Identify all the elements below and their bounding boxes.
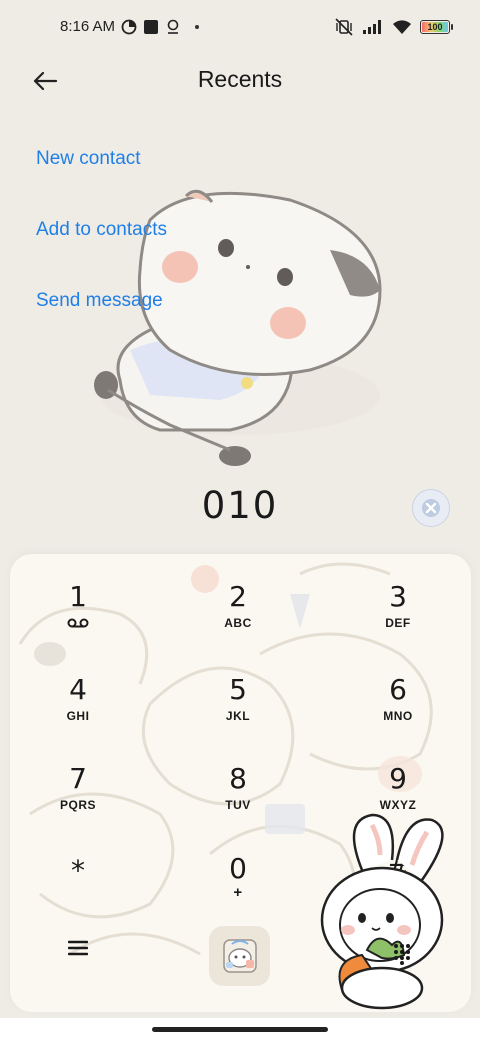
key-1[interactable]: 1 bbox=[18, 572, 138, 650]
key-4[interactable]: 4 GHI bbox=[18, 665, 138, 743]
key-letters: GHI bbox=[66, 709, 90, 723]
key-digit: 8 bbox=[229, 762, 247, 795]
backspace-icon bbox=[422, 499, 440, 517]
key-digit: 9 bbox=[389, 762, 407, 795]
key-letters: TUV bbox=[225, 798, 251, 812]
key-digit: 7 bbox=[69, 762, 87, 795]
key-letters: MNO bbox=[383, 709, 413, 723]
key-6[interactable]: 6 MNO bbox=[338, 665, 458, 743]
mute-vibrate-icon bbox=[335, 18, 353, 36]
square-notification-icon bbox=[144, 20, 158, 34]
key-letters: PQRS bbox=[59, 798, 96, 812]
key-letters: JKL bbox=[225, 709, 251, 723]
menu-button[interactable] bbox=[58, 928, 98, 968]
status-right-icons: 100 bbox=[334, 17, 453, 37]
status-bar: 8:16 AM 100 bbox=[0, 0, 480, 56]
wifi-icon bbox=[393, 20, 411, 34]
status-left-icons bbox=[121, 18, 199, 36]
new-contact-link[interactable]: New contact bbox=[36, 148, 141, 170]
key-digit: 4 bbox=[69, 673, 87, 706]
dialed-number: 010 bbox=[201, 484, 279, 527]
key-8[interactable]: 8 TUV bbox=[178, 754, 298, 832]
battery-level: 100 bbox=[427, 22, 443, 32]
key-star[interactable]: * bbox=[18, 846, 138, 924]
key-9[interactable]: 9 WXYZ bbox=[338, 754, 458, 832]
page-title: Recents bbox=[197, 66, 283, 92]
backspace-button[interactable] bbox=[412, 489, 450, 527]
key-0[interactable]: 0 + bbox=[178, 844, 298, 922]
key-7[interactable]: 7 PQRS bbox=[18, 754, 138, 832]
key-letters: ABC bbox=[224, 616, 252, 630]
key-digit: 2 bbox=[229, 580, 247, 613]
hamburger-menu-icon bbox=[68, 940, 88, 956]
key-digit: 1 bbox=[69, 580, 87, 613]
key-digit: 3 bbox=[389, 580, 407, 613]
key-digit: 6 bbox=[389, 673, 407, 706]
key-letters: DEF bbox=[385, 616, 411, 630]
key-hash[interactable]: # bbox=[338, 844, 458, 922]
send-message-link[interactable]: Send message bbox=[36, 290, 163, 312]
home-indicator[interactable] bbox=[152, 1027, 328, 1032]
key-2[interactable]: 2 ABC bbox=[178, 572, 298, 650]
call-sticker-icon bbox=[222, 939, 257, 973]
key-digit: 5 bbox=[229, 673, 247, 706]
key-digit: * bbox=[71, 854, 85, 887]
add-to-contacts-link[interactable]: Add to contacts bbox=[36, 219, 167, 241]
location-icon bbox=[167, 19, 179, 34]
voicemail-icon bbox=[67, 618, 89, 628]
key-3[interactable]: 3 DEF bbox=[338, 572, 458, 650]
dialpad-toggle-button[interactable] bbox=[386, 938, 418, 970]
dot-icon bbox=[195, 25, 199, 29]
signal-icon bbox=[363, 20, 381, 34]
key-5[interactable]: 5 JKL bbox=[178, 665, 298, 743]
key-digit: # bbox=[386, 852, 410, 885]
status-time: 8:16 AM bbox=[60, 18, 116, 35]
call-button[interactable] bbox=[209, 926, 270, 986]
data-saver-icon bbox=[121, 19, 137, 35]
key-letters: WXYZ bbox=[379, 798, 417, 812]
battery-icon: 100 bbox=[420, 20, 453, 34]
key-letters: + bbox=[233, 884, 243, 901]
dialpad-grid-icon bbox=[394, 944, 410, 965]
key-digit: 0 bbox=[229, 852, 247, 885]
